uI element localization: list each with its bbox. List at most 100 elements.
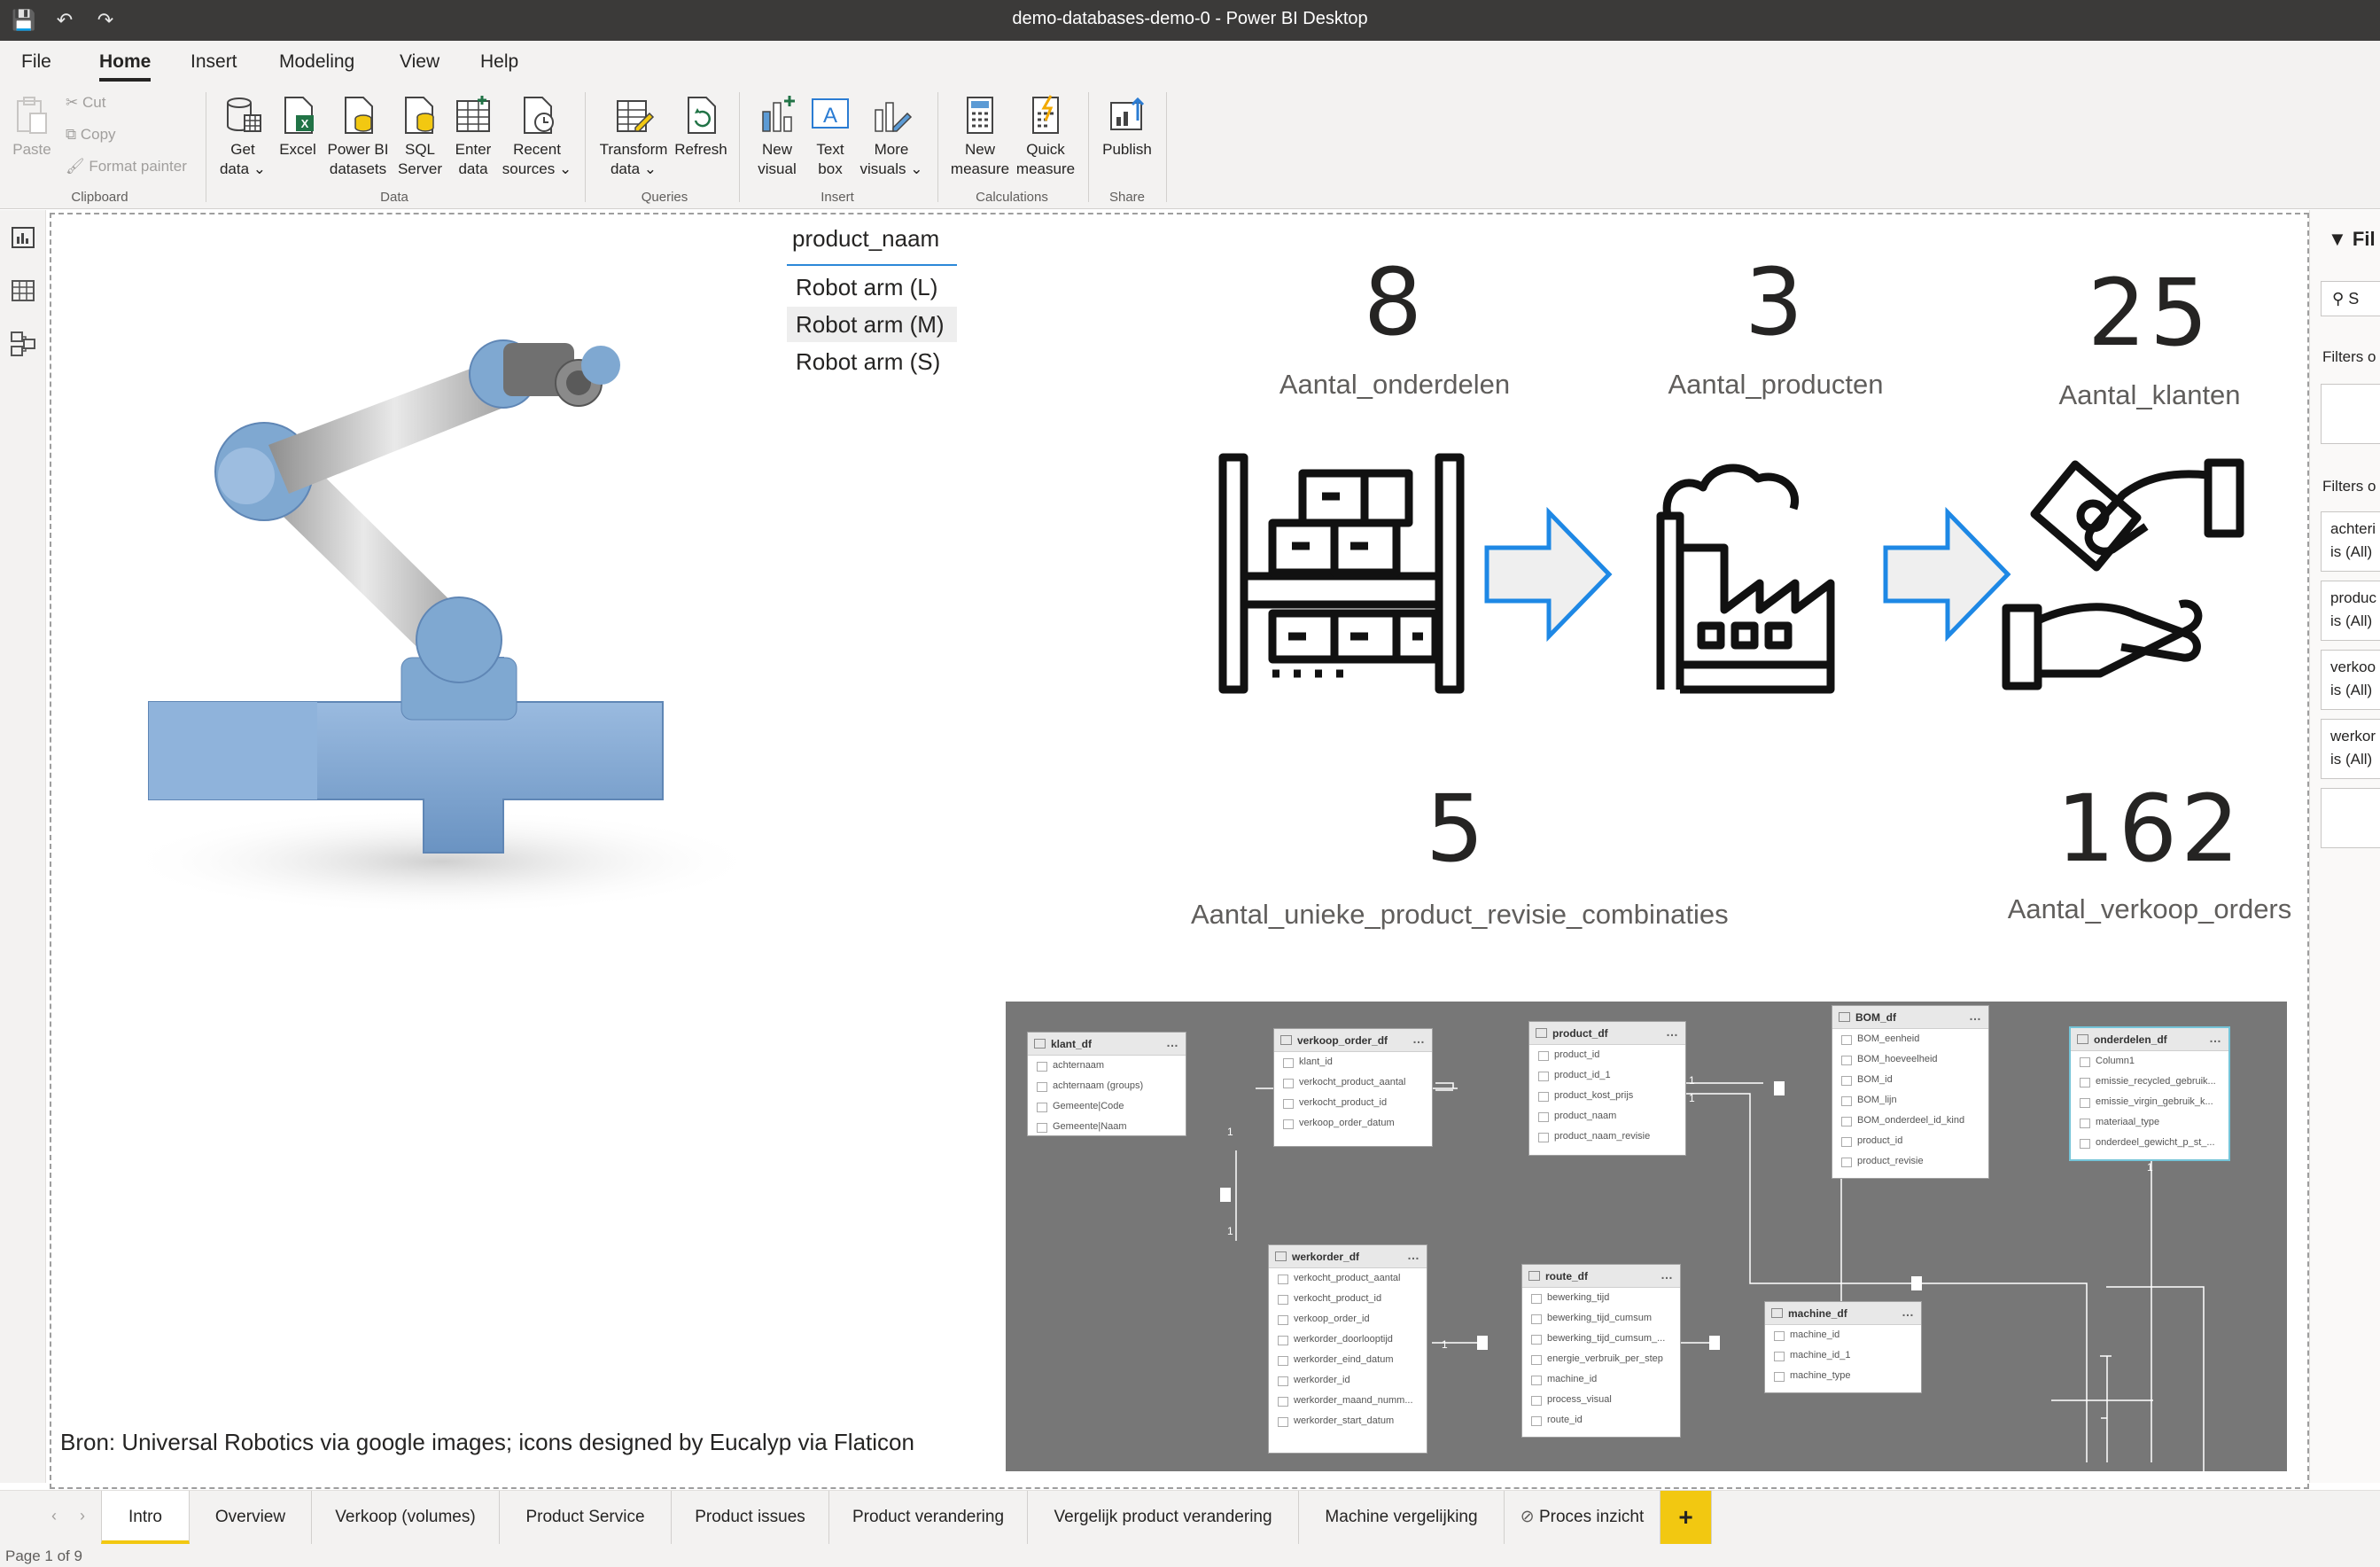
copy-button[interactable]: ⧉ Copy bbox=[66, 126, 116, 144]
more-options-icon: … bbox=[1166, 1035, 1178, 1049]
filter-card[interactable]: achteri is (All) bbox=[2321, 511, 2380, 572]
quick-measure-button[interactable]: Quick measure bbox=[1012, 94, 1079, 179]
model-table-onderdelen-df: onderdelen_df … Column1 emissie_recycled_… bbox=[2069, 1026, 2230, 1161]
recent-sources-button[interactable]: Recent sources ⌄ bbox=[502, 94, 572, 179]
money-hands-icon bbox=[2002, 458, 2244, 690]
slicer-item-robot-arm-l[interactable]: Robot arm (L) bbox=[787, 269, 957, 305]
add-page-button[interactable]: + bbox=[1661, 1491, 1712, 1544]
tab-product-verandering[interactable]: Product verandering bbox=[829, 1491, 1028, 1544]
cardinality-one: 1 bbox=[1689, 1074, 1695, 1087]
tab-machine-vergelijking[interactable]: Machine vergelijking bbox=[1299, 1491, 1505, 1544]
table-column: verkoop_order_id bbox=[1269, 1309, 1427, 1329]
table-column: product_revisie bbox=[1832, 1151, 1988, 1172]
publish-button[interactable]: Publish bbox=[1095, 94, 1159, 160]
kpi-value-aantal-klanten: 25 bbox=[2087, 259, 2213, 367]
ribbon-separator bbox=[1166, 92, 1167, 202]
menu-help[interactable]: Help bbox=[480, 51, 518, 73]
enter-data-button[interactable]: Enter data bbox=[447, 94, 500, 179]
filters-search-input[interactable]: ⚲ S bbox=[2321, 281, 2380, 316]
data-view-icon[interactable] bbox=[9, 276, 37, 304]
report-view-icon[interactable] bbox=[9, 222, 37, 251]
tab-product-issues[interactable]: Product issues bbox=[672, 1491, 829, 1544]
slicer-item-robot-arm-s[interactable]: Robot arm (S) bbox=[787, 344, 957, 379]
table-column: Gemeente|Code bbox=[1028, 1096, 1186, 1117]
tab-intro[interactable]: Intro bbox=[101, 1491, 190, 1544]
menu-file[interactable]: File bbox=[21, 51, 51, 73]
table-column: verkocht_product_id bbox=[1269, 1289, 1427, 1309]
table-name: route_df bbox=[1545, 1270, 1588, 1282]
menu-insert[interactable]: Insert bbox=[191, 51, 237, 73]
table-name: product_df bbox=[1552, 1027, 1608, 1040]
more-visuals-button[interactable]: More visuals ⌄ bbox=[858, 94, 925, 179]
table-column: energie_verbruik_per_step bbox=[1522, 1349, 1680, 1369]
tab-scroll-left-icon[interactable]: ‹ bbox=[51, 1507, 57, 1525]
table-name: machine_df bbox=[1788, 1307, 1847, 1320]
ribbon: Paste ✂ Cut ⧉ Copy 🖌 Format painter Clip… bbox=[0, 85, 2380, 209]
tab-product-service[interactable]: Product Service bbox=[500, 1491, 672, 1544]
filters-header[interactable]: ▼ Fil bbox=[2328, 228, 2376, 251]
group-label-share: Share bbox=[1108, 190, 1146, 205]
menu-home[interactable]: Home bbox=[99, 51, 151, 73]
cut-button[interactable]: ✂ Cut bbox=[66, 94, 105, 112]
model-table-verkoop-order-df: verkoop_order_df … klant_id verkocht_prod… bbox=[1273, 1028, 1433, 1147]
quick-measure-label-2: measure bbox=[1015, 160, 1076, 177]
svg-text:X: X bbox=[301, 117, 309, 130]
tab-verkoop-volumes[interactable]: Verkoop (volumes) bbox=[312, 1491, 500, 1544]
table-column: materiaal_type bbox=[2071, 1112, 2228, 1133]
new-measure-label-1: New bbox=[964, 141, 995, 158]
table-column: product_id_1 bbox=[1529, 1065, 1685, 1086]
text-box-button[interactable]: A Text box bbox=[803, 94, 858, 179]
more-visuals-label-1: More bbox=[874, 141, 909, 158]
table-column: verkocht_product_aantal bbox=[1269, 1268, 1427, 1289]
table-column: BOM_onderdeel_id_kind bbox=[1832, 1111, 1988, 1131]
filter-card[interactable]: produc is (All) bbox=[2321, 581, 2380, 641]
menu-view[interactable]: View bbox=[400, 51, 439, 73]
filter-card[interactable]: werkor is (All) bbox=[2321, 719, 2380, 779]
refresh-button[interactable]: Refresh bbox=[672, 94, 730, 160]
excel-label: Excel bbox=[279, 141, 316, 158]
model-table-product-df: product_df … product_id product_id_1 prod… bbox=[1528, 1021, 1686, 1156]
new-measure-button[interactable]: New measure bbox=[946, 94, 1014, 179]
paste-icon bbox=[17, 97, 47, 134]
transform-data-button[interactable]: Transform data ⌄ bbox=[594, 94, 673, 179]
get-data-button[interactable]: Get data ⌄ bbox=[216, 94, 269, 179]
filter-card[interactable]: verkoo is (All) bbox=[2321, 650, 2380, 710]
sql-server-button[interactable]: SQL Server bbox=[395, 94, 445, 179]
sql-server-icon bbox=[405, 97, 434, 134]
tab-scroll-right-icon[interactable]: › bbox=[80, 1507, 85, 1525]
recent-sources-icon bbox=[524, 97, 554, 134]
more-options-icon: … bbox=[1407, 1248, 1419, 1262]
new-visual-button[interactable]: New visual bbox=[750, 94, 805, 179]
model-view-icon[interactable] bbox=[9, 329, 37, 357]
cardinality-one: 1 bbox=[1227, 1126, 1233, 1138]
process-flow-graphic bbox=[1218, 453, 2244, 694]
excel-button[interactable]: X Excel bbox=[273, 94, 323, 160]
kpi-label-aantal-verkoop-orders: Aantal_verkoop_orders bbox=[2007, 893, 2292, 924]
pbi-datasets-button[interactable]: Power BI datasets bbox=[323, 94, 393, 179]
add-data-fields-dropzone[interactable] bbox=[2321, 384, 2380, 444]
slicer-item-robot-arm-m[interactable]: Robot arm (M) bbox=[787, 307, 957, 342]
menu-modeling[interactable]: Modeling bbox=[279, 51, 354, 73]
product-naam-slicer[interactable]: product_naam Robot arm (L) Robot arm (M)… bbox=[787, 225, 964, 385]
format-painter-button[interactable]: 🖌 Format painter bbox=[66, 158, 187, 175]
add-data-fields-dropzone[interactable] bbox=[2321, 788, 2380, 848]
filter-card-field: achteri bbox=[2330, 520, 2376, 537]
tab-proces-inzicht-label: Proces inzicht bbox=[1538, 1508, 1645, 1526]
cardinality-one: 1 bbox=[2147, 1161, 2153, 1173]
svg-text:A: A bbox=[823, 104, 837, 128]
table-column: machine_id bbox=[1522, 1369, 1680, 1390]
window-title: demo-databases-demo-0 - Power BI Desktop bbox=[1012, 9, 1368, 28]
kpi-label-aantal-onderdelen: Aantal_onderdelen bbox=[1279, 369, 1511, 400]
table-icon bbox=[1536, 1028, 1547, 1038]
refresh-label: Refresh bbox=[674, 141, 727, 158]
chevron-down-icon: ⌄ bbox=[253, 160, 267, 177]
table-column: verkocht_product_aantal bbox=[1274, 1072, 1432, 1093]
tab-vergelijk-product-verandering[interactable]: Vergelijk product verandering bbox=[1028, 1491, 1299, 1544]
tab-proces-inzicht[interactable]: ⊘ Proces inzicht bbox=[1505, 1491, 1661, 1544]
cardinality-one: 1 bbox=[1227, 1225, 1233, 1237]
paste-button[interactable]: Paste bbox=[9, 94, 55, 160]
format-painter-label: Format painter bbox=[89, 158, 187, 175]
tab-overview[interactable]: Overview bbox=[190, 1491, 312, 1544]
group-label-calculations: Calculations bbox=[976, 190, 1048, 205]
paste-label: Paste bbox=[12, 141, 51, 158]
